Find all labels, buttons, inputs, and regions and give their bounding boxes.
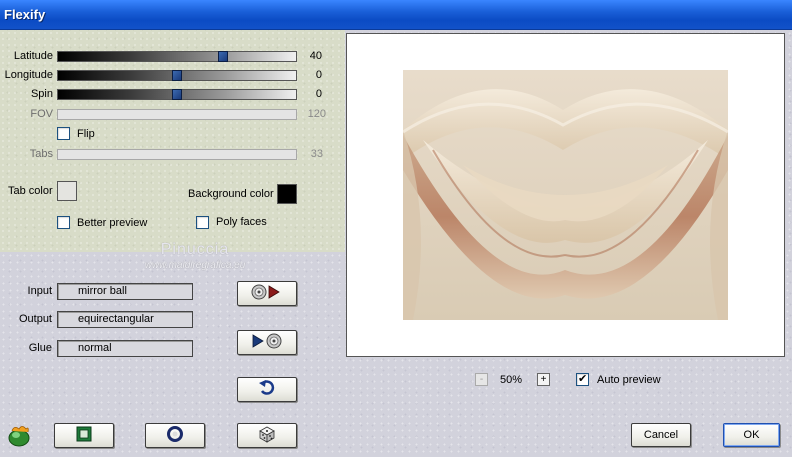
fov-value: 120	[307, 108, 326, 120]
longitude-label: Longitude	[4, 69, 53, 81]
auto-preview-label: Auto preview	[597, 374, 661, 386]
longitude-slider-thumb[interactable]	[172, 70, 182, 81]
spin-slider-thumb[interactable]	[172, 89, 182, 100]
tab-color-swatch[interactable]	[57, 181, 77, 201]
glue-select[interactable]: normal	[57, 340, 193, 357]
output-select[interactable]: equirectangular	[57, 311, 193, 328]
tabs-value: 33	[310, 148, 323, 160]
disc-arrow-icon	[249, 283, 285, 304]
load-preset-button[interactable]	[237, 281, 297, 306]
dice-icon	[257, 425, 277, 446]
auto-preview-checkbox[interactable]	[576, 372, 589, 386]
cancel-button[interactable]: Cancel	[631, 423, 691, 447]
longitude-value: 0	[315, 69, 322, 81]
background-color-label: Background color	[188, 188, 274, 200]
tabs-slider	[57, 149, 297, 160]
plugin-logo-icon[interactable]	[6, 423, 32, 447]
settings-panel	[0, 30, 345, 252]
input-label: Input	[27, 285, 52, 297]
cancel-button-label: Cancel	[643, 429, 679, 441]
latitude-value: 40	[309, 50, 322, 62]
latitude-slider-thumb[interactable]	[218, 51, 228, 62]
background-color-swatch[interactable]	[277, 184, 297, 204]
spin-value: 0	[315, 88, 322, 100]
output-label: Output	[18, 313, 52, 325]
square-icon	[76, 426, 92, 445]
undo-button[interactable]	[237, 377, 297, 402]
flip-checkbox[interactable]	[57, 127, 70, 140]
ok-button-label: OK	[743, 429, 760, 441]
flip-label: Flip	[77, 128, 95, 140]
circle-shape-button[interactable]	[145, 423, 205, 448]
zoom-out-button[interactable]: -	[475, 373, 488, 386]
poly-faces-checkbox[interactable]	[196, 216, 209, 229]
better-preview-label: Better preview	[77, 217, 148, 229]
zoom-in-button[interactable]: +	[537, 373, 550, 386]
preview-image	[403, 70, 728, 320]
save-preset-button[interactable]	[237, 330, 297, 355]
longitude-slider[interactable]	[57, 70, 297, 81]
window-title: Flexify	[4, 7, 46, 22]
glue-label: Glue	[28, 342, 52, 354]
latitude-label: Latitude	[13, 50, 53, 62]
tabs-label: Tabs	[29, 148, 53, 160]
latitude-slider[interactable]	[57, 51, 297, 62]
watermark-name: Pinuccia	[160, 241, 230, 258]
tab-color-label: Tab color	[8, 185, 53, 197]
randomize-button[interactable]	[237, 423, 297, 448]
undo-icon	[258, 379, 276, 400]
watermark-url: www.maidiregrafica.eu	[144, 260, 246, 271]
title-bar: Flexify	[0, 0, 792, 30]
square-shape-button[interactable]	[54, 423, 114, 448]
spin-slider[interactable]	[57, 89, 297, 100]
input-select[interactable]: mirror ball	[57, 283, 193, 300]
poly-faces-label: Poly faces	[216, 216, 267, 228]
arrow-disc-icon	[249, 332, 285, 353]
fov-label: FOV	[30, 108, 53, 120]
zoom-level: 50%	[500, 374, 523, 386]
spin-label: Spin	[30, 88, 53, 100]
better-preview-checkbox[interactable]	[57, 216, 70, 229]
ring-icon	[167, 426, 183, 445]
ok-button[interactable]: OK	[723, 423, 780, 447]
fov-slider	[57, 109, 297, 120]
